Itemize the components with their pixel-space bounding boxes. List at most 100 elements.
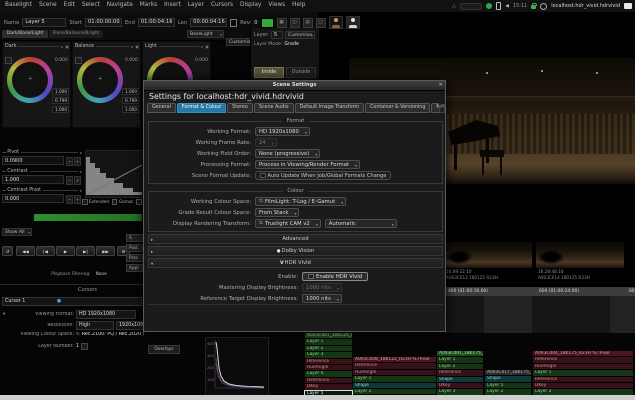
slider-value-field[interactable]: 0.000 bbox=[2, 194, 64, 203]
menu-item[interactable]: Layer bbox=[188, 2, 204, 8]
wheel-crosshair[interactable]: + bbox=[98, 76, 102, 82]
curve-histogram[interactable] bbox=[85, 150, 145, 198]
wheel-field-g[interactable]: 0.799 bbox=[52, 97, 69, 104]
dialog-tab[interactable]: Metadata bbox=[431, 103, 439, 113]
preview-button[interactable]: Prev bbox=[126, 254, 143, 262]
drt-dropdown[interactable]: ⇆Truelight CAM v2 bbox=[255, 219, 321, 228]
wheel-reset-box[interactable] bbox=[75, 57, 82, 64]
timeline-clip-cell[interactable]: DKey bbox=[437, 383, 483, 389]
expand-arrow-icon[interactable]: ▾ bbox=[151, 261, 153, 266]
timeline-clip-cell[interactable]: Layer 4 bbox=[305, 371, 352, 377]
timeline-clip-cell[interactable]: Reference bbox=[305, 378, 352, 384]
timeline-clip-cell[interactable]: Shape bbox=[485, 376, 531, 382]
len-timecode-input[interactable]: 00:00:04:16 bbox=[190, 18, 227, 27]
advanced-section-bar[interactable]: ▸ Advanced bbox=[148, 234, 443, 244]
menu-item[interactable]: Help bbox=[292, 2, 305, 8]
menu-item[interactable]: Cursors bbox=[211, 2, 233, 8]
outside-button[interactable]: Outside bbox=[286, 67, 316, 78]
reference-thumbnail-2[interactable] bbox=[346, 16, 360, 29]
working-colour-space-dropdown[interactable]: ⇆FilmLight: T-Log / E-Gamut bbox=[255, 197, 346, 206]
menu-item[interactable]: Edit bbox=[64, 2, 75, 8]
rows-view-icon[interactable]: ▤ bbox=[303, 18, 313, 28]
slider-menu-icon[interactable]: ▸ bbox=[80, 150, 82, 155]
transport-button[interactable]: ▶▶ bbox=[96, 246, 115, 256]
timeline-clip-cell[interactable]: A003C001_180175_R23H bbox=[437, 351, 483, 357]
collapse-arrow-icon[interactable]: ▸ bbox=[151, 237, 153, 242]
menu-item[interactable]: Baselight bbox=[5, 2, 32, 8]
timeline-clip-cell[interactable]: A003C007_180125_R23H bbox=[305, 333, 352, 339]
histogram-option-checkbox[interactable]: Extended bbox=[82, 199, 109, 205]
dialog-tab[interactable]: General bbox=[147, 103, 176, 113]
grade-result-dropdown[interactable]: From Stack bbox=[255, 208, 299, 217]
dialog-tab[interactable]: Scene Audio bbox=[254, 103, 294, 113]
monitor-icon[interactable] bbox=[624, 3, 632, 9]
timeline-clip-cell[interactable]: Reference bbox=[437, 370, 483, 376]
timeline-track-band[interactable] bbox=[532, 296, 610, 333]
dialog-titlebar[interactable]: Scene Settings × bbox=[144, 81, 445, 91]
wheel-field-r[interactable]: 1.000 bbox=[52, 88, 69, 95]
timeline-clip-cell[interactable]: Layer 2 bbox=[305, 346, 352, 352]
timeline-clip-cell[interactable]: A003C017_180175_R23H % bbox=[485, 370, 531, 376]
playback-filtering-value[interactable]: None bbox=[96, 272, 107, 277]
timeline-clip-cell[interactable]: Layer 1 bbox=[353, 376, 436, 382]
show-all-dropdown[interactable]: Show All bbox=[2, 228, 32, 236]
wheel-reset-box[interactable] bbox=[5, 57, 12, 64]
timeline-clip-cell[interactable]: Reference bbox=[353, 363, 436, 369]
menu-item[interactable]: Scene bbox=[39, 2, 57, 8]
transport-button[interactable]: |◀ bbox=[36, 246, 55, 256]
transport-button[interactable]: ▶| bbox=[76, 246, 95, 256]
dialog-tab[interactable]: Default Image Transform bbox=[295, 103, 364, 113]
expand-icon[interactable]: ▣ bbox=[205, 44, 209, 49]
slider-value-field[interactable]: 0.0900 bbox=[2, 156, 64, 165]
close-icon[interactable]: × bbox=[438, 81, 443, 90]
menu-item[interactable]: Marks bbox=[140, 2, 157, 8]
stepper-icon[interactable]: + bbox=[74, 195, 81, 204]
curve-icon[interactable]: ~ bbox=[66, 195, 73, 204]
apply-button[interactable]: Appl bbox=[126, 264, 143, 272]
processing-format-dropdown[interactable]: Process in Viewing/Render Format bbox=[255, 160, 360, 169]
layer-customise-dropdown[interactable]: Customise bbox=[285, 31, 315, 39]
cursor-row[interactable]: Cursor 1 ● bbox=[2, 297, 142, 306]
stepper-icon[interactable]: + bbox=[74, 176, 81, 185]
expand-icon[interactable]: ▣ bbox=[65, 44, 69, 49]
timeline-clip-cell[interactable]: A003C008_180122_R23H %.!P.exr bbox=[353, 357, 436, 363]
post-button[interactable]: Post bbox=[126, 244, 143, 252]
name-input[interactable]: Layer 5 bbox=[22, 18, 66, 27]
timeline-clip-cell[interactable]: Reference bbox=[305, 359, 352, 365]
reset-icon[interactable]: ▸ bbox=[131, 44, 133, 49]
transport-button[interactable]: ▶ bbox=[56, 246, 75, 256]
timeline-clip-cell[interactable]: Layer 1 bbox=[533, 370, 633, 376]
timeline-clip-cell[interactable]: Layer 3 bbox=[305, 352, 352, 358]
working-field-order-dropdown[interactable]: None (progressive) bbox=[255, 149, 320, 158]
grade-tab-1[interactable]: Dark/Base/Light bbox=[2, 30, 48, 38]
layer-number-icon[interactable] bbox=[81, 343, 88, 350]
dialog-tab[interactable]: Container & Versioning bbox=[365, 103, 430, 113]
phone-icon[interactable] bbox=[496, 2, 502, 10]
viewing-colour-space-value[interactable]: Rec.2100: PQ / Rec.2020 / 1000 nits bbox=[82, 332, 146, 337]
timeline-clip-cell[interactable]: Shape bbox=[353, 383, 436, 389]
blank-view-icon[interactable]: □ bbox=[316, 18, 326, 28]
reset-icon[interactable]: ▸ bbox=[61, 44, 63, 49]
menu-item[interactable]: Display bbox=[240, 2, 261, 8]
luminance-scope[interactable]: 400 300 200 100 bbox=[205, 337, 269, 396]
layer-number-value[interactable]: 1 bbox=[76, 344, 79, 349]
tab-scroll-arrows[interactable]: ▲▼ bbox=[439, 104, 445, 113]
timeline-clip-cell[interactable]: Shape bbox=[437, 377, 483, 383]
drt-mode-dropdown[interactable]: Automatic bbox=[325, 219, 397, 228]
timeline-clip-cell[interactable]: DKey bbox=[533, 383, 633, 389]
timeline-clip-cell[interactable]: Layer 1 bbox=[305, 339, 352, 345]
expand-icon[interactable]: ▣ bbox=[135, 44, 139, 49]
note-icon[interactable] bbox=[230, 19, 237, 27]
sync-status-icon[interactable] bbox=[486, 3, 492, 9]
reset-icon[interactable]: ▸ bbox=[201, 44, 203, 49]
timeline-clip-cell[interactable]: Reference bbox=[533, 377, 633, 383]
timeline-clip-cell[interactable]: DKey bbox=[305, 384, 352, 390]
dialog-tab[interactable]: Stereo bbox=[227, 103, 253, 113]
timeline-track-band[interactable] bbox=[610, 296, 635, 333]
transport-button[interactable]: ◀◀ bbox=[16, 246, 35, 256]
menu-item[interactable]: Views bbox=[268, 2, 285, 8]
timeline-clip-cell[interactable]: HueAngle bbox=[533, 364, 633, 370]
grade-tab-2[interactable]: Flare/Balance/Bright bbox=[49, 30, 103, 38]
timeline-clip-cell[interactable]: Reference bbox=[533, 357, 633, 363]
stepper-icon[interactable]: + bbox=[74, 157, 81, 166]
